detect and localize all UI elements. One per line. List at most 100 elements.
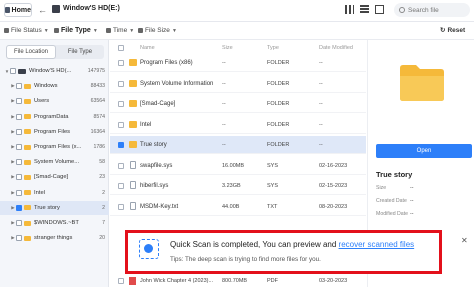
row-checkbox[interactable] <box>118 101 124 107</box>
table-row[interactable]: System Volume Information -- FOLDER -- <box>110 75 366 93</box>
file-date: 03-20-2023 <box>319 278 348 284</box>
recover-files-link[interactable]: recover scanned files <box>339 240 415 249</box>
tree-item[interactable]: ▼ Window'S HD(... 147975 <box>0 64 109 78</box>
preview-view-icon[interactable] <box>375 5 384 14</box>
toast-title: Quick Scan is completed, You can preview… <box>170 240 414 249</box>
tab-file-location[interactable]: File Location <box>6 45 56 59</box>
tree-item-count: 147975 <box>87 68 105 74</box>
tree-item-count: 2 <box>102 189 105 196</box>
filter-label: File Status <box>11 27 42 34</box>
tree-checkbox[interactable] <box>16 98 22 105</box>
file-type: FOLDER <box>267 101 290 107</box>
file-name: swapfile.sys <box>140 162 173 169</box>
tree-item[interactable]: ▶ System Volume... 58 <box>0 155 109 169</box>
tree-checkbox[interactable] <box>16 189 22 196</box>
tree-checkbox[interactable] <box>16 83 22 90</box>
row-checkbox[interactable] <box>118 60 124 66</box>
home-label: Home <box>11 6 31 14</box>
toast-tip: Tips: The deep scan is trying to find mo… <box>170 256 321 263</box>
column-type[interactable]: Type <box>267 45 279 51</box>
tree-item-label: Intel <box>34 189 45 196</box>
folder-icon <box>129 79 137 87</box>
column-name[interactable]: Name <box>140 45 155 51</box>
tree-item[interactable]: ▶ [Smad-Cage] 23 <box>0 170 109 184</box>
file-type: FOLDER <box>267 80 290 87</box>
filter-file-type[interactable]: File Type ▼ <box>54 27 98 34</box>
folder-icon <box>24 98 31 104</box>
row-checkbox[interactable] <box>118 278 124 284</box>
tree-checkbox[interactable] <box>10 68 16 74</box>
filter-time[interactable]: Time ▼ <box>106 27 134 34</box>
folder-icon <box>24 114 31 120</box>
tree-checkbox[interactable] <box>16 220 22 226</box>
home-icon <box>5 7 10 13</box>
table-row[interactable]: swapfile.sys 16.00MB SYS 02-16-2023 <box>110 157 366 175</box>
table-row[interactable]: Intel -- FOLDER -- <box>110 116 366 134</box>
folder-icon <box>24 220 31 226</box>
table-row[interactable]: Program Files (x86) -- FOLDER -- <box>110 54 366 72</box>
row-checkbox[interactable] <box>118 203 124 210</box>
file-date: -- <box>319 80 323 87</box>
tab-file-type[interactable]: File Type <box>56 45 104 59</box>
file-type: SYS <box>267 183 279 189</box>
tree-item-count: 23 <box>99 174 105 181</box>
scan-icon <box>139 239 159 259</box>
tree-item[interactable]: ▶ Intel 2 <box>0 186 109 200</box>
tree-item[interactable]: ▶ $WINDOWS.~BT 7 <box>0 216 109 230</box>
row-checkbox[interactable] <box>118 183 124 189</box>
file-icon <box>130 201 136 210</box>
filter-icon <box>54 28 59 33</box>
tree-checkbox[interactable] <box>16 159 22 166</box>
table-row[interactable]: MSDM-Key.txt 44.00B TXT 08-20-2023 <box>110 198 366 216</box>
table-row[interactable]: True story -- FOLDER -- <box>110 136 366 154</box>
tree-item-label: stranger things <box>34 235 73 242</box>
open-button[interactable]: Open <box>376 144 472 158</box>
column-date[interactable]: Date Modified <box>319 45 353 51</box>
close-icon[interactable]: ✕ <box>461 236 468 245</box>
filter-label: File Size <box>145 27 170 34</box>
row-checkbox[interactable] <box>118 142 124 148</box>
filter-icon <box>138 28 143 33</box>
tree-checkbox[interactable] <box>16 235 22 242</box>
file-name: [Smad-Cage] <box>140 101 176 107</box>
reset-button[interactable]: ↻ Reset <box>440 26 465 35</box>
tree-checkbox[interactable] <box>16 174 22 181</box>
list-view-icon[interactable] <box>360 5 369 14</box>
table-row[interactable]: hiberfil.sys 3.23GB SYS 02-15-2023 <box>110 177 366 195</box>
tree-item[interactable]: ▶ Users 63564 <box>0 94 109 108</box>
tree-checkbox[interactable] <box>16 113 22 120</box>
tree-item-count: 20 <box>99 235 105 242</box>
grid-view-icon[interactable] <box>345 5 354 14</box>
tree-item[interactable]: ▶ Windows 88433 <box>0 79 109 93</box>
table-row[interactable]: John Wick Chapter 4 (2023)... 800.70MB P… <box>110 277 366 287</box>
tree-checkbox[interactable] <box>16 204 22 211</box>
tree-item[interactable]: ▶ ProgramData 8574 <box>0 110 109 124</box>
row-checkbox[interactable] <box>118 80 124 87</box>
column-size[interactable]: Size <box>222 45 233 51</box>
back-arrow-icon[interactable]: ← <box>38 5 47 15</box>
tree-checkbox[interactable] <box>16 128 22 135</box>
tree-item[interactable]: ▶ stranger things 20 <box>0 231 109 245</box>
row-checkbox[interactable] <box>118 162 124 169</box>
table-row[interactable]: [Smad-Cage] -- FOLDER -- <box>110 95 366 113</box>
search-box[interactable] <box>394 3 470 17</box>
filter-file-status[interactable]: File Status ▼ <box>4 27 49 34</box>
search-input[interactable] <box>408 6 464 14</box>
tree-item[interactable]: ▶ Program Files (x... 1786 <box>0 140 109 154</box>
select-all-checkbox[interactable] <box>118 45 124 51</box>
tree-checkbox[interactable] <box>16 144 22 150</box>
filter-file-size[interactable]: File Size ▼ <box>138 27 177 34</box>
disk-title: Window'S HD(E:) <box>63 5 120 12</box>
tree-item[interactable]: ▶ Program Files 16364 <box>0 125 109 139</box>
home-button[interactable]: Home <box>4 3 32 17</box>
chevron-down-icon: ▼ <box>92 27 98 34</box>
filter-bar: File Status ▼ File Type ▼ Time ▼ File Si… <box>0 22 474 40</box>
hard-drive-icon <box>18 68 26 74</box>
file-icon <box>130 160 136 169</box>
tree-item[interactable]: ▶ True story 2 <box>0 200 109 215</box>
tree-item-label: Users <box>34 98 50 105</box>
row-checkbox[interactable] <box>118 121 124 128</box>
folder-icon <box>24 129 31 135</box>
preview-size-value: -- <box>410 185 414 191</box>
scan-complete-toast: Quick Scan is completed, You can preview… <box>125 230 442 274</box>
